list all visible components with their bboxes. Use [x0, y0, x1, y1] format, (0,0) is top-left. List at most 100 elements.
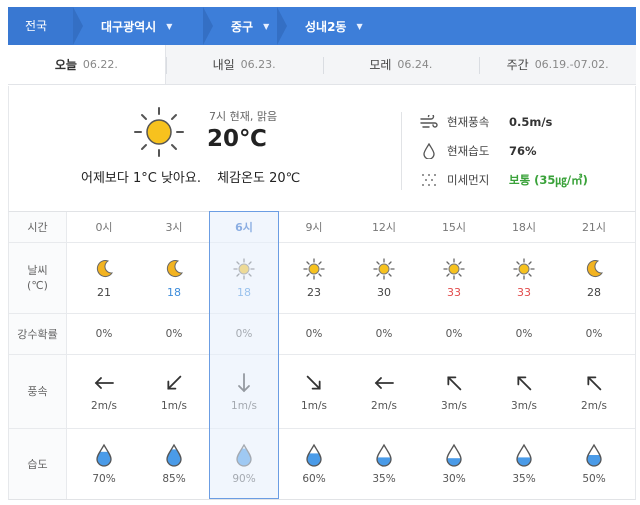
hour-humidity-cell: 50%: [559, 429, 629, 499]
hour-temperature: 21: [97, 285, 111, 299]
hour-precip: 0%: [375, 328, 393, 340]
arrow-down-right-icon: [303, 372, 325, 394]
hour-label[interactable]: 9시: [279, 212, 349, 242]
hour-humidity-cell: 70%: [69, 429, 139, 499]
hour-humidity: 60%: [302, 473, 326, 485]
chevron-down-icon: ▼: [263, 21, 270, 31]
breadcrumb-city-label: 대구광역시: [101, 19, 157, 34]
tab-weekly[interactable]: 주간 06.19.-07.02.: [479, 45, 636, 84]
sun-icon: [233, 257, 255, 280]
drop-icon: [515, 443, 533, 467]
hour-wind-cell: 1m/s: [279, 355, 349, 428]
hour-weather-cell: 23: [279, 243, 349, 313]
sun-icon: [303, 257, 325, 280]
hourly-forecast-table: 시간 0시 3시 6시 9시 12시 15시 18시 21시 날씨 (℃) 21 18 18 23 30…: [8, 212, 636, 500]
hour-label[interactable]: 21시: [559, 212, 629, 242]
row-header: 습도: [9, 429, 67, 499]
hour-temperature: 18: [237, 285, 251, 299]
tab-today[interactable]: 오늘 06.22.: [8, 45, 166, 84]
weather-label: 날씨 (℃): [27, 264, 48, 292]
hour-label[interactable]: 15시: [419, 212, 489, 242]
hour-wind-cell: 2m/s: [349, 355, 419, 428]
current-description: 7시 현재, 맑음: [209, 110, 278, 123]
hour-label[interactable]: 3시: [139, 212, 209, 242]
stat-wind: 현재풍속 0.5m/s: [419, 114, 552, 130]
day-tabs: 오늘 06.22. 내일 06.23. 모레 06.24. 주간 06.19.-…: [8, 45, 636, 85]
divider: [401, 112, 402, 190]
stat-label: 현재습도: [447, 144, 490, 158]
temperature-comparison: 어제보다 1°C 낮아요. 체감온도 20℃: [81, 167, 300, 186]
tab-name: 모레: [369, 58, 392, 72]
row-humidity: 습도 70% 85% 90% 60% 35% 30% 35% 50%: [9, 428, 635, 499]
hour-precip: 0%: [305, 328, 323, 340]
moon-icon: [163, 258, 185, 280]
breadcrumb-district-dropdown[interactable]: 중구 ▼: [215, 7, 277, 45]
hour-label[interactable]: 0시: [69, 212, 139, 242]
hour-wind-speed: 2m/s: [371, 399, 397, 412]
stat-fine-dust: 미세먼지 보통 (35㎍/㎥): [419, 172, 588, 188]
current-temperature: 20℃: [207, 126, 267, 152]
arrow-up-left-icon: [583, 372, 605, 394]
drop-icon: [375, 443, 393, 467]
drop-icon: [419, 143, 439, 159]
sun-icon: [373, 257, 395, 280]
sun-icon: [443, 257, 465, 280]
breadcrumb-root[interactable]: 전국: [8, 7, 73, 45]
hour-humidity: 35%: [512, 473, 536, 485]
hour-precip: 0%: [235, 328, 253, 340]
hour-humidity-cell: 90%: [209, 429, 279, 499]
hour-wind-speed: 2m/s: [581, 399, 607, 412]
hour-temperature: 23: [307, 285, 321, 299]
hour-precip: 0%: [445, 328, 463, 340]
hour-precip: 0%: [95, 328, 113, 340]
tab-day-after[interactable]: 모레 06.24.: [322, 45, 480, 84]
row-precip: 강수확률 0% 0% 0% 0% 0% 0% 0% 0%: [9, 313, 635, 354]
compare-text: 어제보다 1°C 낮아요.: [81, 171, 201, 186]
stat-value: 보통 (35㎍/㎥): [509, 173, 588, 187]
hour-weather-cell: 28: [559, 243, 629, 313]
tab-name: 내일: [212, 58, 235, 72]
hour-wind-cell: 3m/s: [419, 355, 489, 428]
drop-icon: [235, 443, 253, 467]
hour-wind-cell: 2m/s: [559, 355, 629, 428]
row-header: 날씨 (℃): [9, 243, 67, 313]
hour-wind-speed: 1m/s: [231, 399, 257, 412]
wind-icon: [419, 114, 439, 130]
stat-value: 0.5m/s: [509, 115, 553, 129]
hour-humidity-cell: 30%: [419, 429, 489, 499]
location-breadcrumb: 전국 대구광역시 ▼ 중구 ▼ 성내2동 ▼: [8, 7, 636, 45]
row-header: 강수확률: [9, 314, 67, 354]
breadcrumb-dong-dropdown[interactable]: 성내2동 ▼: [289, 7, 389, 45]
hour-weather-cell: 33: [419, 243, 489, 313]
hour-temperature: 18: [167, 285, 181, 299]
drop-icon: [305, 443, 323, 467]
hour-wind-speed: 3m/s: [441, 399, 467, 412]
hour-temperature: 33: [447, 285, 461, 299]
tab-tomorrow[interactable]: 내일 06.23.: [165, 45, 323, 84]
hour-humidity: 50%: [582, 473, 606, 485]
dust-icon: [419, 172, 439, 188]
hour-weather-cell: 33: [489, 243, 559, 313]
hour-wind-cell: 1m/s: [209, 355, 279, 428]
row-wind: 풍속 2m/s 1m/s 1m/s 1m/s 2m/s 3m/s 3m/s 2m/s: [9, 354, 635, 428]
arrow-left-icon: [373, 372, 395, 394]
hour-label[interactable]: 12시: [349, 212, 419, 242]
tab-date: 06.19.-07.02.: [534, 58, 609, 71]
sun-icon: [134, 107, 184, 157]
hour-weather-cell: 21: [69, 243, 139, 313]
hour-wind-cell: 2m/s: [69, 355, 139, 428]
tab-date: 06.24.: [397, 58, 433, 71]
breadcrumb-city-dropdown[interactable]: 대구광역시 ▼: [85, 7, 203, 45]
drop-icon: [445, 443, 463, 467]
hour-weather-cell: 18: [209, 243, 279, 313]
tab-name: 주간: [506, 58, 529, 72]
breadcrumb-separator: [203, 7, 215, 45]
chevron-down-icon: ▼: [166, 21, 173, 31]
hour-label[interactable]: 18시: [489, 212, 559, 242]
hour-label[interactable]: 6시: [209, 212, 279, 242]
drop-icon: [95, 443, 113, 467]
hour-temperature: 28: [587, 285, 601, 299]
hour-humidity: 70%: [92, 473, 116, 485]
stat-label: 미세먼지: [447, 173, 490, 187]
hour-humidity-cell: 60%: [279, 429, 349, 499]
